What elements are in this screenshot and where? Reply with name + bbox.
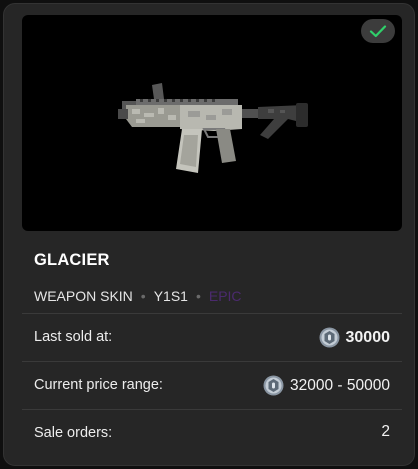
sale-orders-value: 2 <box>381 423 390 440</box>
price-range-label: Current price range: <box>34 377 163 393</box>
separator-dot: • <box>195 288 201 304</box>
r6-credits-icon <box>319 327 339 348</box>
price-range-row: Current price range: 32000 - 50000 <box>22 361 402 409</box>
r6-credits-icon <box>263 375 284 396</box>
item-rarity: EPIC <box>208 288 242 304</box>
item-image <box>22 15 402 231</box>
price-range-value: 32000 - 50000 <box>290 376 390 394</box>
last-sold-label: Last sold at: <box>34 329 113 345</box>
owned-badge <box>361 19 395 43</box>
last-sold-row: Last sold at: 30000 <box>22 313 402 361</box>
last-sold-value-group: 30000 <box>319 327 391 348</box>
sale-orders-label: Sale orders: <box>34 425 113 441</box>
item-season: Y1S1 <box>153 288 188 304</box>
item-card[interactable]: GLACIER WEAPON SKIN • Y1S1 • EPIC Last s… <box>3 3 415 466</box>
last-sold-value: 30000 <box>345 328 391 346</box>
checkmark-icon <box>369 25 387 38</box>
rifle-icon <box>118 83 308 173</box>
item-type: WEAPON SKIN <box>34 288 133 304</box>
sale-orders-row: Sale orders: 2 <box>22 409 402 457</box>
item-title: GLACIER <box>34 251 110 269</box>
item-tags: WEAPON SKIN • Y1S1 • EPIC <box>34 288 242 304</box>
separator-dot: • <box>140 288 146 304</box>
price-range-value-group: 32000 - 50000 <box>263 375 390 396</box>
